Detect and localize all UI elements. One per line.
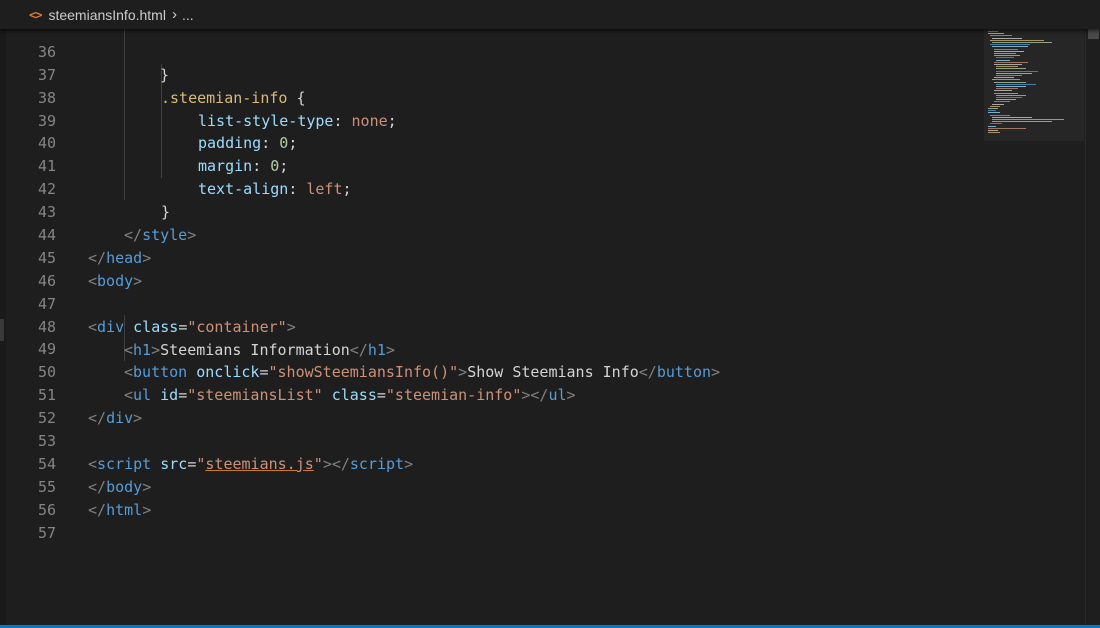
minimap-line — [988, 33, 1004, 35]
minimap-line — [992, 119, 1064, 120]
code-line-39[interactable]: 39 padding: 0; — [0, 87, 980, 153]
minimap-line — [988, 127, 1026, 129]
code-line-57[interactable]: 57 — [0, 499, 980, 542]
minimap-line — [990, 123, 1002, 125]
minimap-line — [990, 114, 1010, 116]
breadcrumb-more[interactable]: ... — [182, 7, 194, 23]
code-line-50[interactable]: 50 <ul id="steemiansList" class="steemia… — [0, 338, 980, 404]
code-line-45[interactable]: 45 <body> — [0, 224, 980, 290]
minimap-line — [990, 105, 1000, 107]
minimap[interactable] — [984, 29, 1084, 625]
code-line-54[interactable]: 54 </body> — [0, 430, 980, 496]
code-line-46[interactable]: 46 — [0, 247, 980, 290]
minimap-line — [994, 53, 1016, 54]
chevron-right-icon: › — [171, 6, 177, 23]
minimap-line — [994, 81, 1026, 83]
minimap-line — [996, 94, 1026, 96]
scrollbar-thumb[interactable] — [1088, 29, 1099, 39]
code-line-56[interactable]: 56 — [0, 476, 980, 519]
minimap-line — [996, 88, 1018, 90]
minimap-line — [988, 125, 996, 127]
breadcrumb: <> steemiansInfo.html › ... — [0, 0, 1100, 29]
minimap-line — [994, 50, 1024, 52]
minimap-line — [992, 42, 1052, 43]
minimap-line — [990, 35, 1012, 37]
minimap-line — [988, 108, 998, 109]
minimap-line — [988, 130, 998, 131]
minimap-line — [994, 48, 1018, 50]
minimap-line — [990, 39, 1044, 41]
minimap-line — [988, 132, 1000, 134]
minimap-line — [994, 64, 1022, 65]
minimap-line — [996, 68, 1026, 70]
code-line-49[interactable]: 49 <button onclick="showSteemiansInfo()"… — [0, 316, 980, 381]
minimap-line — [992, 37, 1022, 39]
minimap-line — [994, 55, 1020, 57]
line-number: 57 — [37, 523, 56, 542]
minimap-line — [996, 99, 1016, 101]
code-line-43[interactable]: 43 </style> — [0, 178, 980, 244]
minimap-line — [996, 86, 1026, 87]
minimap-line — [994, 77, 1014, 79]
code-area[interactable]: 36 } 37 .steemian-info { 38 list-style-t… — [0, 18, 980, 542]
minimap-line — [996, 83, 1036, 85]
minimap-line — [992, 103, 1004, 105]
minimap-line — [992, 116, 1032, 118]
vertical-scrollbar[interactable] — [1085, 29, 1100, 625]
minimap-line — [994, 61, 1028, 63]
code-line-42[interactable]: 42 } — [0, 155, 980, 221]
minimap-line — [996, 57, 1014, 59]
minimap-line — [990, 44, 1030, 46]
minimap-line — [996, 72, 1032, 74]
minimap-line — [996, 97, 1022, 98]
minimap-line — [992, 121, 1052, 123]
minimap-line — [988, 110, 996, 112]
code-line-41[interactable]: 41 text-align: left; — [0, 132, 980, 198]
html-file-icon[interactable]: <> — [29, 8, 42, 22]
code-line-44[interactable]: 44 </head> — [0, 201, 980, 267]
minimap-line — [992, 79, 1020, 81]
code-line-48[interactable]: 48 <h1>Steemians Information</h1> — [0, 293, 980, 359]
minimap-line — [992, 46, 1028, 48]
code-line-52[interactable]: 52 — [0, 384, 980, 427]
minimap-line — [994, 92, 1018, 94]
code-line-53[interactable]: 53 <script src="steemians.js"></script> — [0, 407, 980, 473]
code-line-55[interactable]: 55 </html> — [0, 453, 980, 519]
minimap-line — [996, 70, 1038, 72]
minimap-line — [988, 112, 1000, 114]
minimap-line — [996, 75, 1022, 76]
code-line-40[interactable]: 40 margin: 0; — [0, 110, 980, 175]
code-line-37[interactable]: 37 .steemian-info { — [0, 41, 980, 107]
code-line-47[interactable]: 47 <div class="container"> — [0, 270, 980, 336]
code-editor[interactable]: <> steemiansInfo.html › ... 36 } 37 .ste… — [0, 0, 1100, 628]
minimap-line — [996, 66, 1018, 68]
minimap-line — [988, 31, 998, 32]
minimap-line — [994, 101, 1010, 103]
minimap-line — [996, 59, 1010, 61]
code-line-38[interactable]: 38 list-style-type: none; — [0, 64, 980, 130]
code-line-51[interactable]: 51 </div> — [0, 361, 980, 427]
breadcrumb-filename[interactable]: steemiansInfo.html — [48, 7, 166, 23]
minimap-line — [994, 90, 1012, 92]
